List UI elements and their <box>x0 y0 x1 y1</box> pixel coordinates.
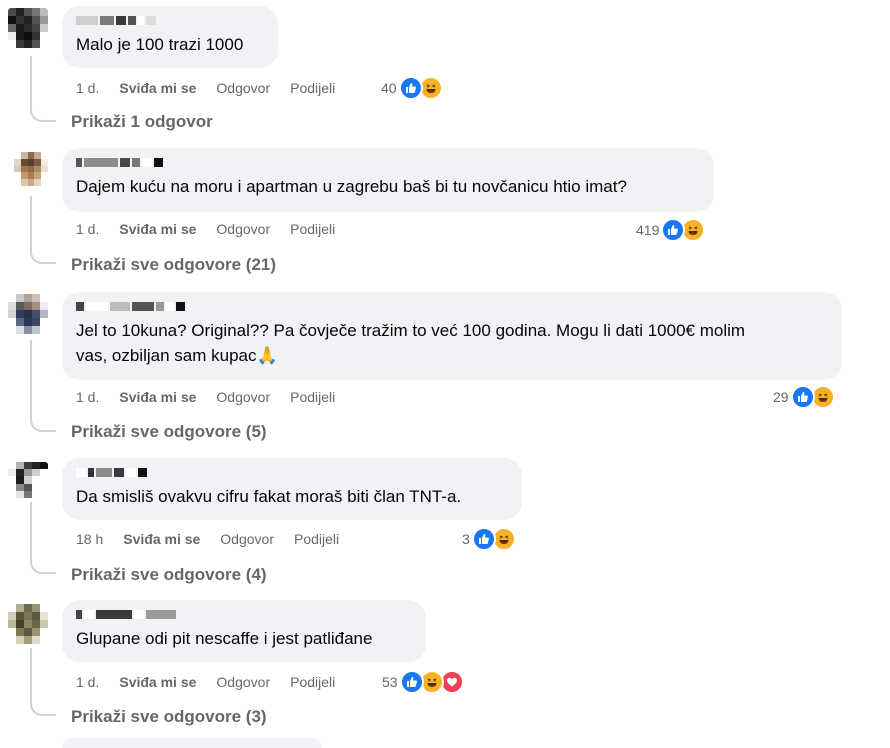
share-button[interactable]: Podijeli <box>290 674 335 690</box>
avatar[interactable] <box>8 604 48 644</box>
avatar[interactable] <box>8 294 48 334</box>
avatar[interactable] <box>8 8 48 48</box>
comment-time[interactable]: 1 d. <box>76 389 99 405</box>
reply-button[interactable]: Odgovor <box>216 80 270 96</box>
reaction-count: 53 <box>382 674 398 690</box>
avatar[interactable] <box>14 152 48 186</box>
show-replies-link[interactable]: Prikaži 1 odgovor <box>71 111 213 133</box>
comment-text: Malo je 100 trazi 1000 <box>76 35 244 54</box>
comment-bubble: Jel to 10kuna? Original?? Pa čovječe tra… <box>62 292 842 380</box>
reaction-summary[interactable]: 419 <box>636 218 706 242</box>
comment-time[interactable]: 1 d. <box>76 221 99 237</box>
show-replies-link[interactable]: Prikaži sve odgovore (4) <box>71 564 267 586</box>
share-button[interactable]: Podijeli <box>290 389 335 405</box>
reaction-summary[interactable]: 53 <box>382 670 464 694</box>
like-icon <box>399 670 424 694</box>
like-icon <box>790 385 815 409</box>
like-icon <box>661 218 686 242</box>
show-replies-link[interactable]: Prikaži sve odgovore (5) <box>71 421 267 443</box>
like-button[interactable]: Sviđa mi se <box>119 221 196 237</box>
author-name[interactable] <box>76 14 264 26</box>
comment-bubble: Malo je 100 trazi 1000 <box>62 6 278 68</box>
author-name[interactable] <box>76 608 412 620</box>
reaction-summary[interactable]: 29 <box>773 385 835 409</box>
reply-button[interactable]: Odgovor <box>216 221 270 237</box>
reaction-count: 419 <box>636 222 660 238</box>
reply-button[interactable]: Odgovor <box>220 531 274 547</box>
next-comment-bubble <box>62 738 322 748</box>
share-button[interactable]: Podijeli <box>290 221 335 237</box>
comment-bubble: Dajem kuću na moru i apartman u zagrebu … <box>62 148 714 212</box>
share-button[interactable]: Podijeli <box>290 80 335 96</box>
comment-text: Dajem kuću na moru i apartman u zagrebu … <box>76 177 627 196</box>
like-button[interactable]: Sviđa mi se <box>123 531 200 547</box>
show-replies-link[interactable]: Prikaži sve odgovore (3) <box>71 706 267 728</box>
like-button[interactable]: Sviđa mi se <box>119 674 196 690</box>
comment-text: Da smisliš ovakvu cifru fakat moraš biti… <box>76 487 462 506</box>
like-button[interactable]: Sviđa mi se <box>119 389 196 405</box>
show-replies-link[interactable]: Prikaži sve odgovore (21) <box>71 254 276 276</box>
like-button[interactable]: Sviđa mi se <box>119 80 196 96</box>
comment-bubble: Da smisliš ovakvu cifru fakat moraš biti… <box>62 458 522 520</box>
reaction-count: 3 <box>462 531 470 547</box>
comment-time[interactable]: 1 d. <box>76 674 99 690</box>
author-name[interactable] <box>76 300 828 312</box>
author-name[interactable] <box>76 156 700 168</box>
share-button[interactable]: Podijeli <box>294 531 339 547</box>
reaction-count: 29 <box>773 389 789 405</box>
comment-text-line-1: Jel to 10kuna? Original?? Pa čovječe tra… <box>76 321 746 340</box>
comment-time[interactable]: 18 h <box>76 531 103 547</box>
avatar[interactable] <box>8 462 48 498</box>
reply-button[interactable]: Odgovor <box>216 389 270 405</box>
like-icon <box>471 527 496 551</box>
reaction-count: 40 <box>381 80 397 96</box>
comment-time[interactable]: 1 d. <box>76 80 99 96</box>
reaction-summary[interactable]: 3 <box>462 527 516 551</box>
comment-text: Glupane odi pit nescaffe i jest patliđan… <box>76 629 373 648</box>
comment-text-line-2: vas, ozbiljan sam kupac🙏 <box>76 346 278 365</box>
reaction-summary[interactable]: 40 <box>381 76 443 100</box>
like-icon <box>398 76 423 100</box>
author-name[interactable] <box>76 466 508 478</box>
reply-button[interactable]: Odgovor <box>216 674 270 690</box>
comment-bubble: Glupane odi pit nescaffe i jest patliđan… <box>62 600 426 662</box>
